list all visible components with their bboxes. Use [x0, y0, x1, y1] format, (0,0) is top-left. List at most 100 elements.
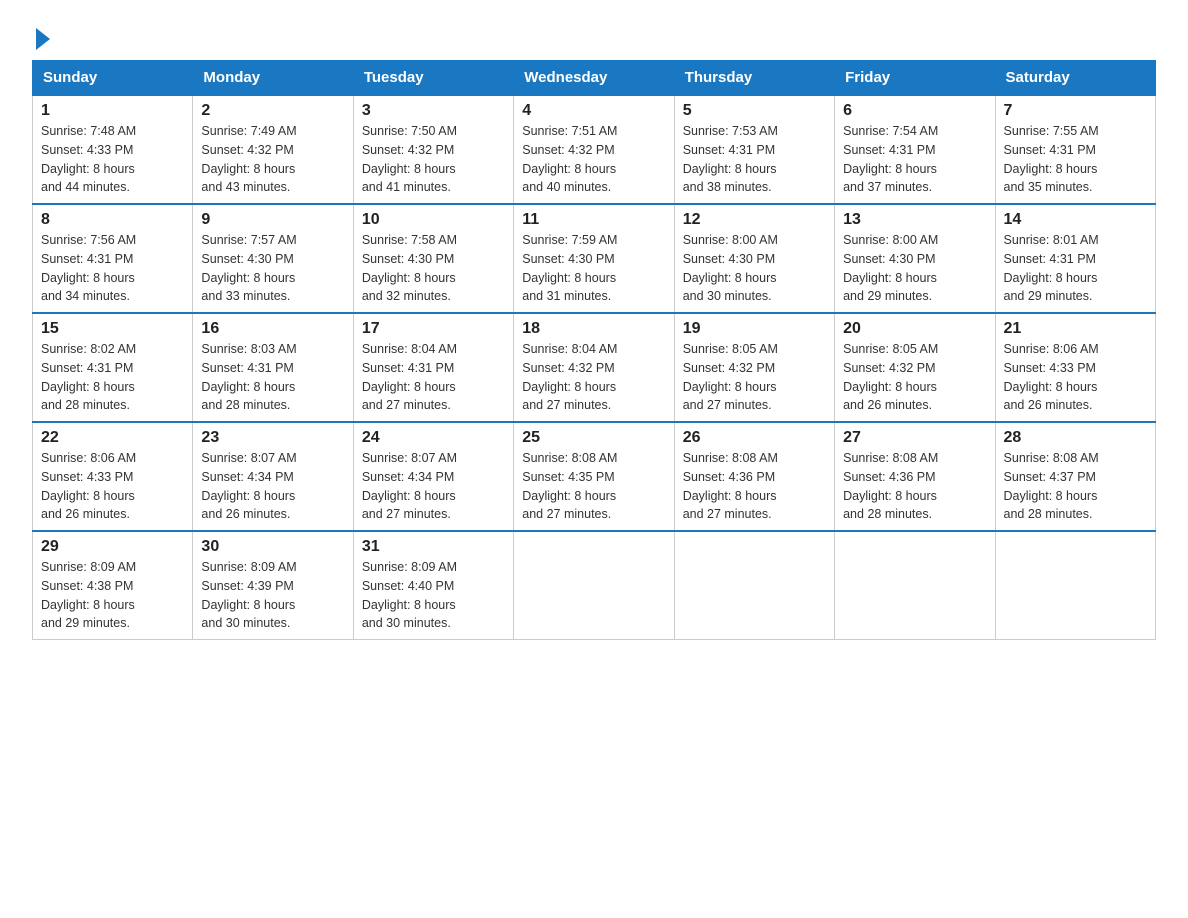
calendar-week-2: 8 Sunrise: 7:56 AMSunset: 4:31 PMDayligh… [33, 204, 1156, 313]
calendar-cell: 19 Sunrise: 8:05 AMSunset: 4:32 PMDaylig… [674, 313, 834, 422]
day-number: 11 [522, 211, 665, 229]
day-number: 24 [362, 429, 505, 447]
day-number: 13 [843, 211, 986, 229]
day-info: Sunrise: 7:58 AMSunset: 4:30 PMDaylight:… [362, 231, 505, 306]
calendar-cell: 20 Sunrise: 8:05 AMSunset: 4:32 PMDaylig… [835, 313, 995, 422]
day-info: Sunrise: 8:03 AMSunset: 4:31 PMDaylight:… [201, 340, 344, 415]
calendar-cell: 14 Sunrise: 8:01 AMSunset: 4:31 PMDaylig… [995, 204, 1155, 313]
day-number: 16 [201, 320, 344, 338]
day-info: Sunrise: 7:53 AMSunset: 4:31 PMDaylight:… [683, 122, 826, 197]
day-number: 1 [41, 102, 184, 120]
day-number: 26 [683, 429, 826, 447]
calendar-week-4: 22 Sunrise: 8:06 AMSunset: 4:33 PMDaylig… [33, 422, 1156, 531]
day-info: Sunrise: 8:04 AMSunset: 4:32 PMDaylight:… [522, 340, 665, 415]
calendar-cell: 29 Sunrise: 8:09 AMSunset: 4:38 PMDaylig… [33, 531, 193, 640]
calendar-cell: 21 Sunrise: 8:06 AMSunset: 4:33 PMDaylig… [995, 313, 1155, 422]
weekday-header-saturday: Saturday [995, 61, 1155, 96]
calendar-cell: 16 Sunrise: 8:03 AMSunset: 4:31 PMDaylig… [193, 313, 353, 422]
day-info: Sunrise: 7:54 AMSunset: 4:31 PMDaylight:… [843, 122, 986, 197]
calendar-cell: 28 Sunrise: 8:08 AMSunset: 4:37 PMDaylig… [995, 422, 1155, 531]
weekday-header-thursday: Thursday [674, 61, 834, 96]
calendar-header-row: SundayMondayTuesdayWednesdayThursdayFrid… [33, 61, 1156, 96]
day-info: Sunrise: 8:09 AMSunset: 4:39 PMDaylight:… [201, 558, 344, 633]
day-number: 18 [522, 320, 665, 338]
day-number: 4 [522, 102, 665, 120]
calendar-cell: 4 Sunrise: 7:51 AMSunset: 4:32 PMDayligh… [514, 95, 674, 204]
day-info: Sunrise: 8:08 AMSunset: 4:37 PMDaylight:… [1004, 449, 1147, 524]
day-number: 23 [201, 429, 344, 447]
calendar-cell: 11 Sunrise: 7:59 AMSunset: 4:30 PMDaylig… [514, 204, 674, 313]
calendar-cell: 9 Sunrise: 7:57 AMSunset: 4:30 PMDayligh… [193, 204, 353, 313]
day-number: 6 [843, 102, 986, 120]
day-info: Sunrise: 8:07 AMSunset: 4:34 PMDaylight:… [201, 449, 344, 524]
calendar-cell: 24 Sunrise: 8:07 AMSunset: 4:34 PMDaylig… [353, 422, 513, 531]
day-number: 19 [683, 320, 826, 338]
day-number: 17 [362, 320, 505, 338]
day-number: 9 [201, 211, 344, 229]
logo [32, 24, 50, 50]
calendar-cell: 30 Sunrise: 8:09 AMSunset: 4:39 PMDaylig… [193, 531, 353, 640]
day-info: Sunrise: 8:07 AMSunset: 4:34 PMDaylight:… [362, 449, 505, 524]
calendar-cell: 8 Sunrise: 7:56 AMSunset: 4:31 PMDayligh… [33, 204, 193, 313]
calendar-cell [835, 531, 995, 640]
day-info: Sunrise: 7:51 AMSunset: 4:32 PMDaylight:… [522, 122, 665, 197]
calendar-cell: 26 Sunrise: 8:08 AMSunset: 4:36 PMDaylig… [674, 422, 834, 531]
calendar-cell: 17 Sunrise: 8:04 AMSunset: 4:31 PMDaylig… [353, 313, 513, 422]
calendar-cell: 27 Sunrise: 8:08 AMSunset: 4:36 PMDaylig… [835, 422, 995, 531]
day-info: Sunrise: 7:50 AMSunset: 4:32 PMDaylight:… [362, 122, 505, 197]
calendar-week-5: 29 Sunrise: 8:09 AMSunset: 4:38 PMDaylig… [33, 531, 1156, 640]
calendar-cell: 10 Sunrise: 7:58 AMSunset: 4:30 PMDaylig… [353, 204, 513, 313]
day-info: Sunrise: 8:05 AMSunset: 4:32 PMDaylight:… [683, 340, 826, 415]
day-info: Sunrise: 8:01 AMSunset: 4:31 PMDaylight:… [1004, 231, 1147, 306]
day-info: Sunrise: 7:48 AMSunset: 4:33 PMDaylight:… [41, 122, 184, 197]
calendar-cell: 15 Sunrise: 8:02 AMSunset: 4:31 PMDaylig… [33, 313, 193, 422]
weekday-header-monday: Monday [193, 61, 353, 96]
calendar-cell: 13 Sunrise: 8:00 AMSunset: 4:30 PMDaylig… [835, 204, 995, 313]
day-number: 8 [41, 211, 184, 229]
day-number: 10 [362, 211, 505, 229]
day-info: Sunrise: 8:00 AMSunset: 4:30 PMDaylight:… [683, 231, 826, 306]
day-info: Sunrise: 8:04 AMSunset: 4:31 PMDaylight:… [362, 340, 505, 415]
day-info: Sunrise: 7:57 AMSunset: 4:30 PMDaylight:… [201, 231, 344, 306]
calendar-cell: 2 Sunrise: 7:49 AMSunset: 4:32 PMDayligh… [193, 95, 353, 204]
day-number: 3 [362, 102, 505, 120]
weekday-header-wednesday: Wednesday [514, 61, 674, 96]
weekday-header-sunday: Sunday [33, 61, 193, 96]
day-number: 12 [683, 211, 826, 229]
day-number: 14 [1004, 211, 1147, 229]
calendar-cell: 5 Sunrise: 7:53 AMSunset: 4:31 PMDayligh… [674, 95, 834, 204]
weekday-header-friday: Friday [835, 61, 995, 96]
day-info: Sunrise: 8:08 AMSunset: 4:35 PMDaylight:… [522, 449, 665, 524]
day-number: 20 [843, 320, 986, 338]
day-number: 29 [41, 538, 184, 556]
day-info: Sunrise: 8:05 AMSunset: 4:32 PMDaylight:… [843, 340, 986, 415]
calendar-cell [995, 531, 1155, 640]
day-info: Sunrise: 8:08 AMSunset: 4:36 PMDaylight:… [843, 449, 986, 524]
calendar-table: SundayMondayTuesdayWednesdayThursdayFrid… [32, 60, 1156, 640]
day-number: 25 [522, 429, 665, 447]
day-info: Sunrise: 8:02 AMSunset: 4:31 PMDaylight:… [41, 340, 184, 415]
calendar-cell: 12 Sunrise: 8:00 AMSunset: 4:30 PMDaylig… [674, 204, 834, 313]
calendar-cell: 7 Sunrise: 7:55 AMSunset: 4:31 PMDayligh… [995, 95, 1155, 204]
calendar-week-3: 15 Sunrise: 8:02 AMSunset: 4:31 PMDaylig… [33, 313, 1156, 422]
calendar-cell [674, 531, 834, 640]
weekday-header-tuesday: Tuesday [353, 61, 513, 96]
day-number: 15 [41, 320, 184, 338]
calendar-cell: 1 Sunrise: 7:48 AMSunset: 4:33 PMDayligh… [33, 95, 193, 204]
calendar-body: 1 Sunrise: 7:48 AMSunset: 4:33 PMDayligh… [33, 95, 1156, 640]
calendar-cell: 6 Sunrise: 7:54 AMSunset: 4:31 PMDayligh… [835, 95, 995, 204]
day-number: 31 [362, 538, 505, 556]
calendar-cell: 22 Sunrise: 8:06 AMSunset: 4:33 PMDaylig… [33, 422, 193, 531]
day-number: 28 [1004, 429, 1147, 447]
day-info: Sunrise: 8:08 AMSunset: 4:36 PMDaylight:… [683, 449, 826, 524]
calendar-cell: 25 Sunrise: 8:08 AMSunset: 4:35 PMDaylig… [514, 422, 674, 531]
day-info: Sunrise: 8:06 AMSunset: 4:33 PMDaylight:… [41, 449, 184, 524]
calendar-week-1: 1 Sunrise: 7:48 AMSunset: 4:33 PMDayligh… [33, 95, 1156, 204]
calendar-cell: 3 Sunrise: 7:50 AMSunset: 4:32 PMDayligh… [353, 95, 513, 204]
day-number: 22 [41, 429, 184, 447]
day-info: Sunrise: 8:09 AMSunset: 4:40 PMDaylight:… [362, 558, 505, 633]
calendar-cell: 23 Sunrise: 8:07 AMSunset: 4:34 PMDaylig… [193, 422, 353, 531]
calendar-cell [514, 531, 674, 640]
day-number: 30 [201, 538, 344, 556]
day-number: 5 [683, 102, 826, 120]
